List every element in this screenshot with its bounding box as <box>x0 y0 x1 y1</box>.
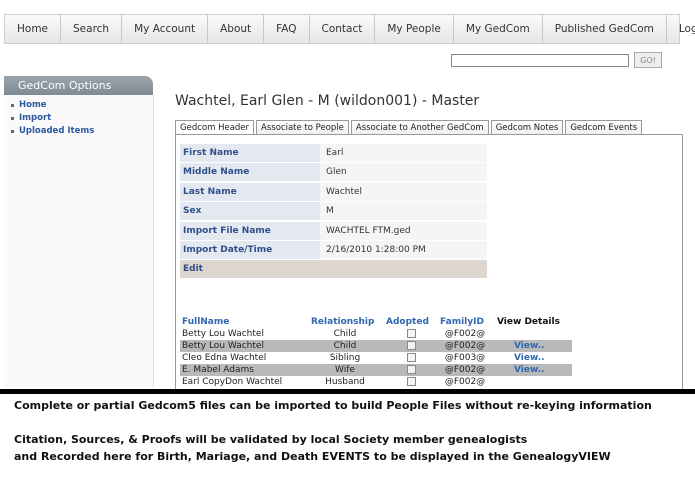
detail-label: Import Date/Time <box>180 241 320 259</box>
column-header-familyid: FamilyID <box>440 317 484 327</box>
caption-line-1: Complete or partial Gedcom5 files can be… <box>14 399 652 412</box>
cell-relationship: Sibling <box>329 353 361 363</box>
bullet-icon <box>11 130 14 133</box>
view-details-link[interactable]: View.. <box>514 340 545 352</box>
detail-row-import-date-time: Import Date/Time 2/16/2010 1:28:00 PM <box>180 241 487 259</box>
bullet-icon <box>11 104 14 107</box>
table-row: Betty Lou Wachtel Child @F002@ View.. <box>180 340 572 352</box>
cell-familyid: @F002@ <box>444 329 486 339</box>
caption-line-3: and Recorded here for Birth, Mariage, an… <box>14 450 611 463</box>
page-title: Wachtel, Earl Glen - M (wildon001) - Mas… <box>175 93 480 109</box>
sidebar-item-uploaded-items[interactable]: Uploaded Items <box>4 125 153 138</box>
detail-value: M <box>320 202 487 220</box>
nav-search[interactable]: Search <box>61 15 123 43</box>
cell-fullname: Earl CopyDon Wachtel <box>182 377 283 387</box>
column-header-fullname: FullName <box>182 317 230 327</box>
cell-fullname: Betty Lou Wachtel <box>182 329 264 339</box>
caption-divider <box>0 389 695 394</box>
edit-link[interactable]: Edit <box>180 260 487 278</box>
detail-label: Sex <box>180 202 320 220</box>
cell-relationship: Husband <box>325 377 365 387</box>
tab-associate-to-people[interactable]: Associate to People <box>256 120 349 135</box>
detail-label: First Name <box>180 144 320 162</box>
table-row: Betty Lou Wachtel Child @F002@ <box>180 328 572 340</box>
adopted-checkbox[interactable] <box>407 377 416 386</box>
cell-familyid: @F002@ <box>444 341 486 351</box>
nav-my-people[interactable]: My People <box>375 15 454 43</box>
tab-gedcom-notes[interactable]: Gedcom Notes <box>490 120 564 135</box>
adopted-checkbox[interactable] <box>407 341 416 350</box>
detail-value: Glen <box>320 163 487 181</box>
detail-row-last-name: Last Name Wachtel <box>180 183 487 201</box>
sidebar-item-import[interactable]: Import <box>4 112 153 125</box>
detail-row-first-name: First Name Earl <box>180 144 487 162</box>
cell-relationship: Child <box>333 329 357 339</box>
detail-label: Middle Name <box>180 163 320 181</box>
column-header-relationship: Relationship <box>311 317 375 327</box>
cell-fullname: Betty Lou Wachtel <box>182 341 264 351</box>
sidebar-item-label: Import <box>19 113 52 123</box>
detail-row-import-file-name: Import File Name WACHTEL FTM.ged <box>180 222 487 240</box>
column-header-view-details: View Details <box>497 317 560 327</box>
top-navigation: Home Search My Account About FAQ Contact… <box>4 14 695 44</box>
nav-faq[interactable]: FAQ <box>264 15 310 43</box>
nav-contact[interactable]: Contact <box>310 15 376 43</box>
nav-home[interactable]: Home <box>5 15 62 43</box>
gedcom-header-panel: First Name Earl Middle Name Glen Last Na… <box>175 134 683 390</box>
go-button[interactable]: GO! <box>634 52 662 68</box>
detail-row-middle-name: Middle Name Glen <box>180 163 487 181</box>
adopted-checkbox[interactable] <box>407 353 416 362</box>
detail-value: WACHTEL FTM.ged <box>320 222 487 240</box>
search-bar: GO! <box>451 52 662 68</box>
sidebar-item-label: Home <box>19 100 47 110</box>
table-row: Earl CopyDon Wachtel Husband @F002@ <box>180 376 572 388</box>
cell-fullname: E. Mabel Adams <box>182 365 254 375</box>
adopted-checkbox[interactable] <box>407 365 416 374</box>
sidebar-item-label: Uploaded Items <box>19 126 95 136</box>
cell-relationship: Child <box>333 341 357 351</box>
detail-value: Earl <box>320 144 487 162</box>
adopted-checkbox[interactable] <box>407 329 416 338</box>
cell-relationship: Wife <box>335 365 355 375</box>
sidebar-title: GedCom Options <box>4 76 153 95</box>
nav-about[interactable]: About <box>208 15 265 43</box>
column-header-adopted: Adopted <box>386 317 429 327</box>
tab-gedcom-events[interactable]: Gedcom Events <box>565 120 643 135</box>
search-input[interactable] <box>451 53 629 67</box>
detail-label: Import File Name <box>180 222 320 240</box>
sidebar-item-home[interactable]: Home <box>4 99 153 112</box>
nav-my-gedcom[interactable]: My GedCom <box>454 15 543 43</box>
detail-value: Wachtel <box>320 183 487 201</box>
tab-associate-to-another-gedcom[interactable]: Associate to Another GedCom <box>350 120 489 135</box>
cell-fullname: Cleo Edna Wachtel <box>182 353 267 363</box>
detail-value: 2/16/2010 1:28:00 PM <box>320 241 487 259</box>
cell-familyid: @F003@ <box>444 353 486 363</box>
caption-line-2: Citation, Sources, & Proofs will be vali… <box>14 433 528 446</box>
detail-row-sex: Sex M <box>180 202 487 220</box>
tab-gedcom-header[interactable]: Gedcom Header <box>175 120 255 135</box>
detail-label: Last Name <box>180 183 320 201</box>
view-details-link[interactable]: View.. <box>514 352 545 364</box>
nav-logout[interactable]: Logout <box>667 15 695 43</box>
table-row: Cleo Edna Wachtel Sibling @F003@ View.. <box>180 352 572 364</box>
sidebar: Home Import Uploaded Items <box>4 95 154 387</box>
nav-published-gedcom[interactable]: Published GedCom <box>543 15 667 43</box>
view-details-link[interactable]: View.. <box>514 364 545 376</box>
cell-familyid: @F002@ <box>444 377 486 387</box>
table-row: E. Mabel Adams Wife @F002@ View.. <box>180 364 572 376</box>
cell-familyid: @F002@ <box>444 365 486 375</box>
nav-my-account[interactable]: My Account <box>122 15 209 43</box>
bullet-icon <box>11 117 14 120</box>
tab-bar: Gedcom Header Associate to People Associ… <box>175 120 644 135</box>
